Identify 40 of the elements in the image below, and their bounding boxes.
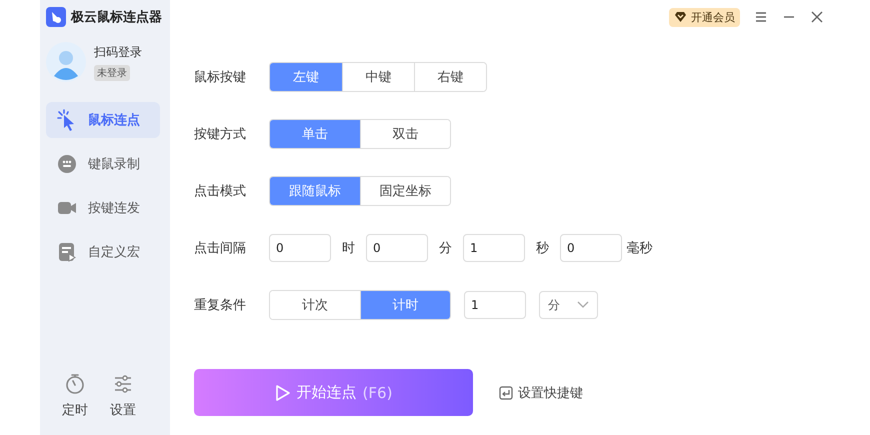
number-field[interactable]: 1 xyxy=(464,291,526,319)
nav-item[interactable]: 按键连发 xyxy=(46,190,160,226)
row-label: 点击模式 xyxy=(194,183,247,200)
app-title: 极云鼠标连点器 xyxy=(71,9,162,26)
login-link[interactable]: 扫码登录 xyxy=(94,44,142,60)
row-label: 鼠标按键 xyxy=(194,69,247,86)
number-field[interactable]: 0 xyxy=(366,234,428,262)
stopwatch-icon xyxy=(64,373,86,395)
tool-button[interactable]: 设置 xyxy=(110,373,136,419)
unit-label: 毫秒 xyxy=(626,240,654,257)
sliders-icon xyxy=(112,373,134,395)
segment-option[interactable]: 右键 xyxy=(414,63,486,91)
number-field[interactable]: 0 xyxy=(269,234,331,262)
row-label: 重复条件 xyxy=(194,297,247,314)
row-label: 按键方式 xyxy=(194,126,247,143)
segment-option[interactable]: 固定坐标 xyxy=(360,177,450,205)
tool-button[interactable]: 定时 xyxy=(62,373,88,419)
face-icon xyxy=(56,153,78,175)
shortcut-button[interactable]: 设置快捷键 xyxy=(499,384,583,402)
unit-label: 秒 xyxy=(535,240,550,257)
menu-icon[interactable] xyxy=(754,10,768,24)
app-logo-icon xyxy=(46,7,66,27)
number-field[interactable]: 1 xyxy=(463,234,525,262)
unit-dropdown[interactable]: 分 xyxy=(539,291,598,319)
login-status-badge: 未登录 xyxy=(94,64,130,80)
segment-option[interactable]: 双击 xyxy=(360,120,450,148)
enter-key-icon xyxy=(499,386,513,400)
nav-item[interactable]: 自定义宏 xyxy=(46,234,160,270)
number-field[interactable]: 0 xyxy=(560,234,622,262)
unit-label: 分 xyxy=(438,240,453,257)
chevron-icon xyxy=(577,301,589,309)
play-icon xyxy=(274,384,291,402)
diamond-icon xyxy=(674,11,687,23)
unit-label: 时 xyxy=(341,240,356,257)
nav-item[interactable]: 键鼠录制 xyxy=(46,146,160,182)
nav-item[interactable]: 鼠标连点 xyxy=(46,102,160,138)
vip-button[interactable]: 开通会员 xyxy=(669,8,740,26)
close-icon[interactable] xyxy=(810,10,824,24)
document-play-icon xyxy=(56,241,78,263)
row-label: 点击间隔 xyxy=(194,240,247,257)
